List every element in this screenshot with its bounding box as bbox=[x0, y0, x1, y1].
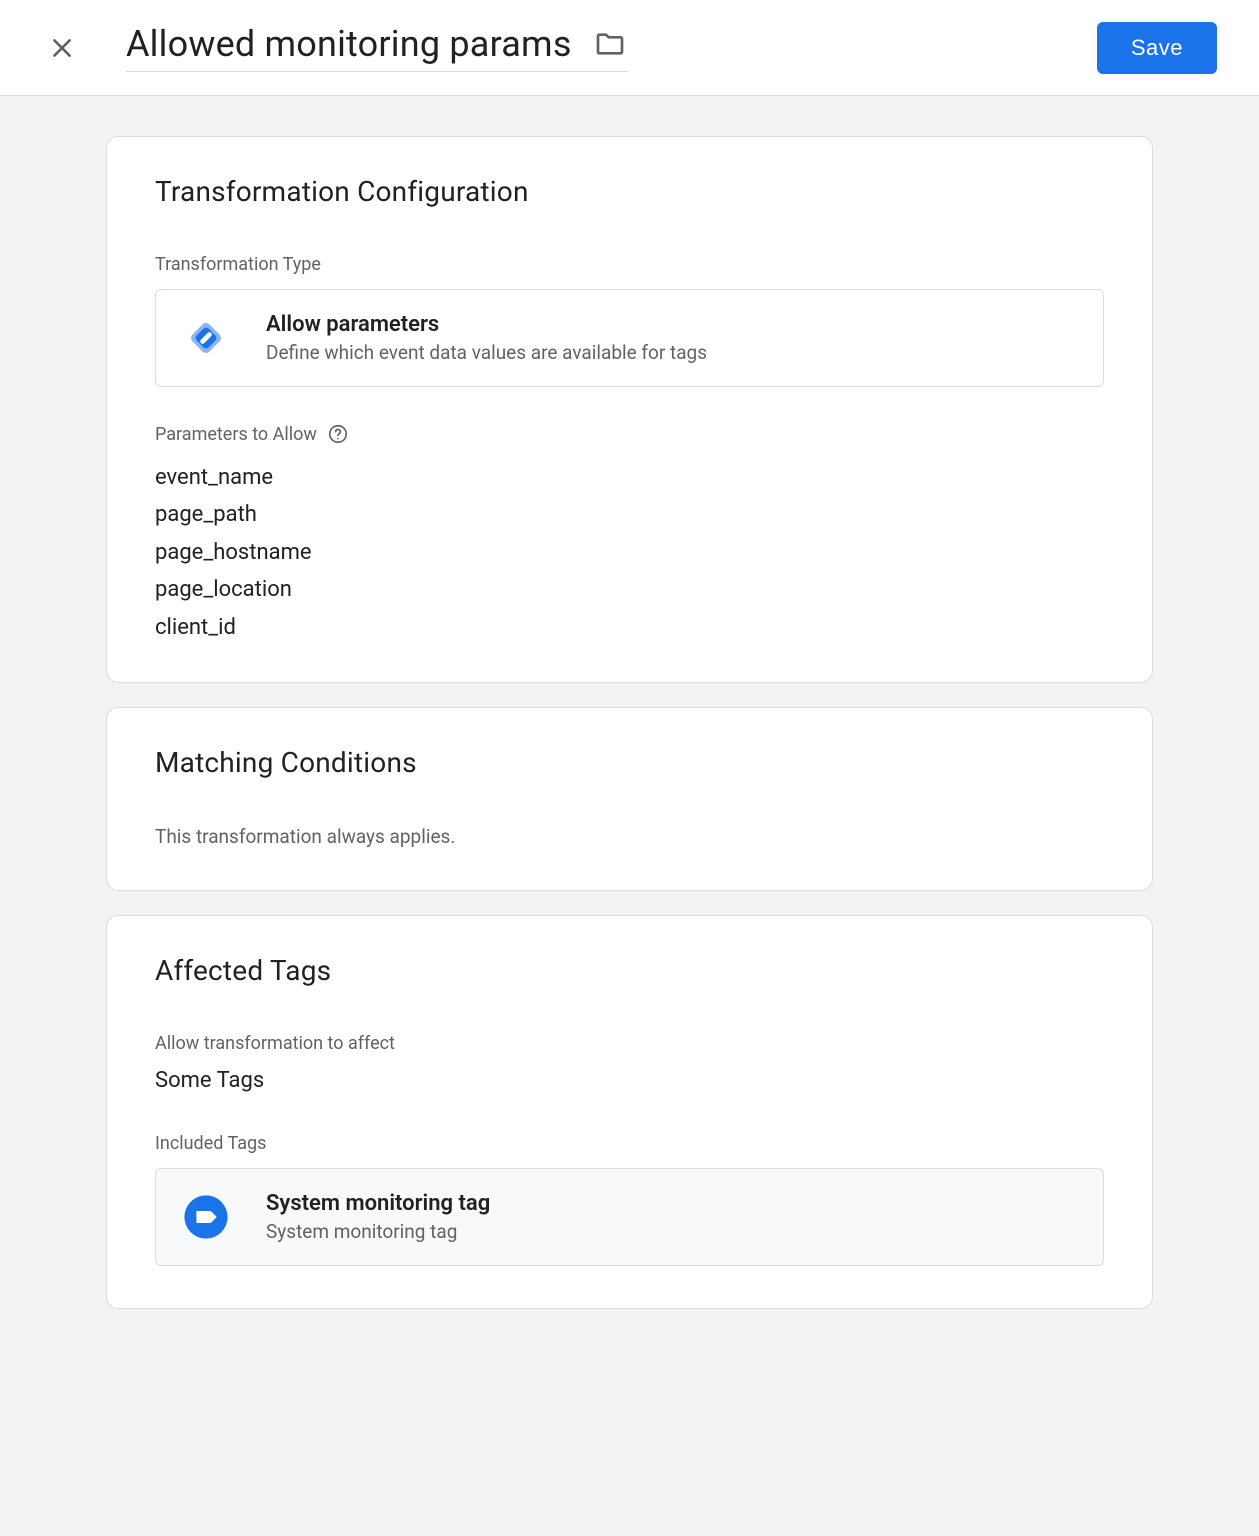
transformation-config-card: Transformation Configuration Transformat… bbox=[106, 136, 1153, 683]
transformation-type-title: Allow parameters bbox=[266, 312, 707, 337]
header-bar: Allowed monitoring params Save bbox=[0, 0, 1259, 96]
parameters-list: event_name page_path page_hostname page_… bbox=[155, 459, 1104, 646]
close-button[interactable] bbox=[42, 28, 82, 68]
included-tag-title: System monitoring tag bbox=[266, 1191, 490, 1216]
param-item: page_hostname bbox=[155, 534, 1104, 571]
gtm-diamond-icon bbox=[182, 314, 230, 362]
help-icon bbox=[327, 423, 349, 445]
tag-pill-icon bbox=[182, 1193, 230, 1241]
transformation-type-selector[interactable]: Allow parameters Define which event data… bbox=[155, 289, 1104, 387]
affected-tags-card: Affected Tags Allow transformation to af… bbox=[106, 915, 1153, 1309]
close-icon bbox=[49, 35, 75, 61]
matching-heading: Matching Conditions bbox=[155, 746, 1104, 779]
title-text[interactable]: Allowed monitoring params bbox=[126, 23, 572, 65]
included-tag-desc: System monitoring tag bbox=[266, 1220, 490, 1243]
folder-icon bbox=[594, 28, 626, 60]
title-editor[interactable]: Allowed monitoring params bbox=[126, 23, 628, 72]
affected-heading: Affected Tags bbox=[155, 954, 1104, 987]
param-item: page_path bbox=[155, 496, 1104, 533]
matching-description: This transformation always applies. bbox=[155, 825, 1104, 848]
allow-transformation-value: Some Tags bbox=[155, 1068, 1104, 1093]
param-item: event_name bbox=[155, 459, 1104, 496]
help-button[interactable] bbox=[327, 423, 349, 445]
included-tag-item[interactable]: System monitoring tag System monitoring … bbox=[155, 1168, 1104, 1266]
parameters-to-allow-text: Parameters to Allow bbox=[155, 424, 317, 445]
parameters-to-allow-label: Parameters to Allow bbox=[155, 423, 1104, 445]
matching-conditions-card: Matching Conditions This transformation … bbox=[106, 707, 1153, 891]
transformation-type-label: Transformation Type bbox=[155, 254, 1104, 275]
save-button[interactable]: Save bbox=[1097, 22, 1217, 74]
included-tags-label: Included Tags bbox=[155, 1133, 1104, 1154]
folder-button[interactable] bbox=[592, 26, 628, 62]
param-item: page_location bbox=[155, 571, 1104, 608]
transformation-type-desc: Define which event data values are avail… bbox=[266, 341, 707, 364]
param-item: client_id bbox=[155, 609, 1104, 646]
transformation-heading: Transformation Configuration bbox=[155, 175, 1104, 208]
allow-transformation-label: Allow transformation to affect bbox=[155, 1033, 1104, 1054]
